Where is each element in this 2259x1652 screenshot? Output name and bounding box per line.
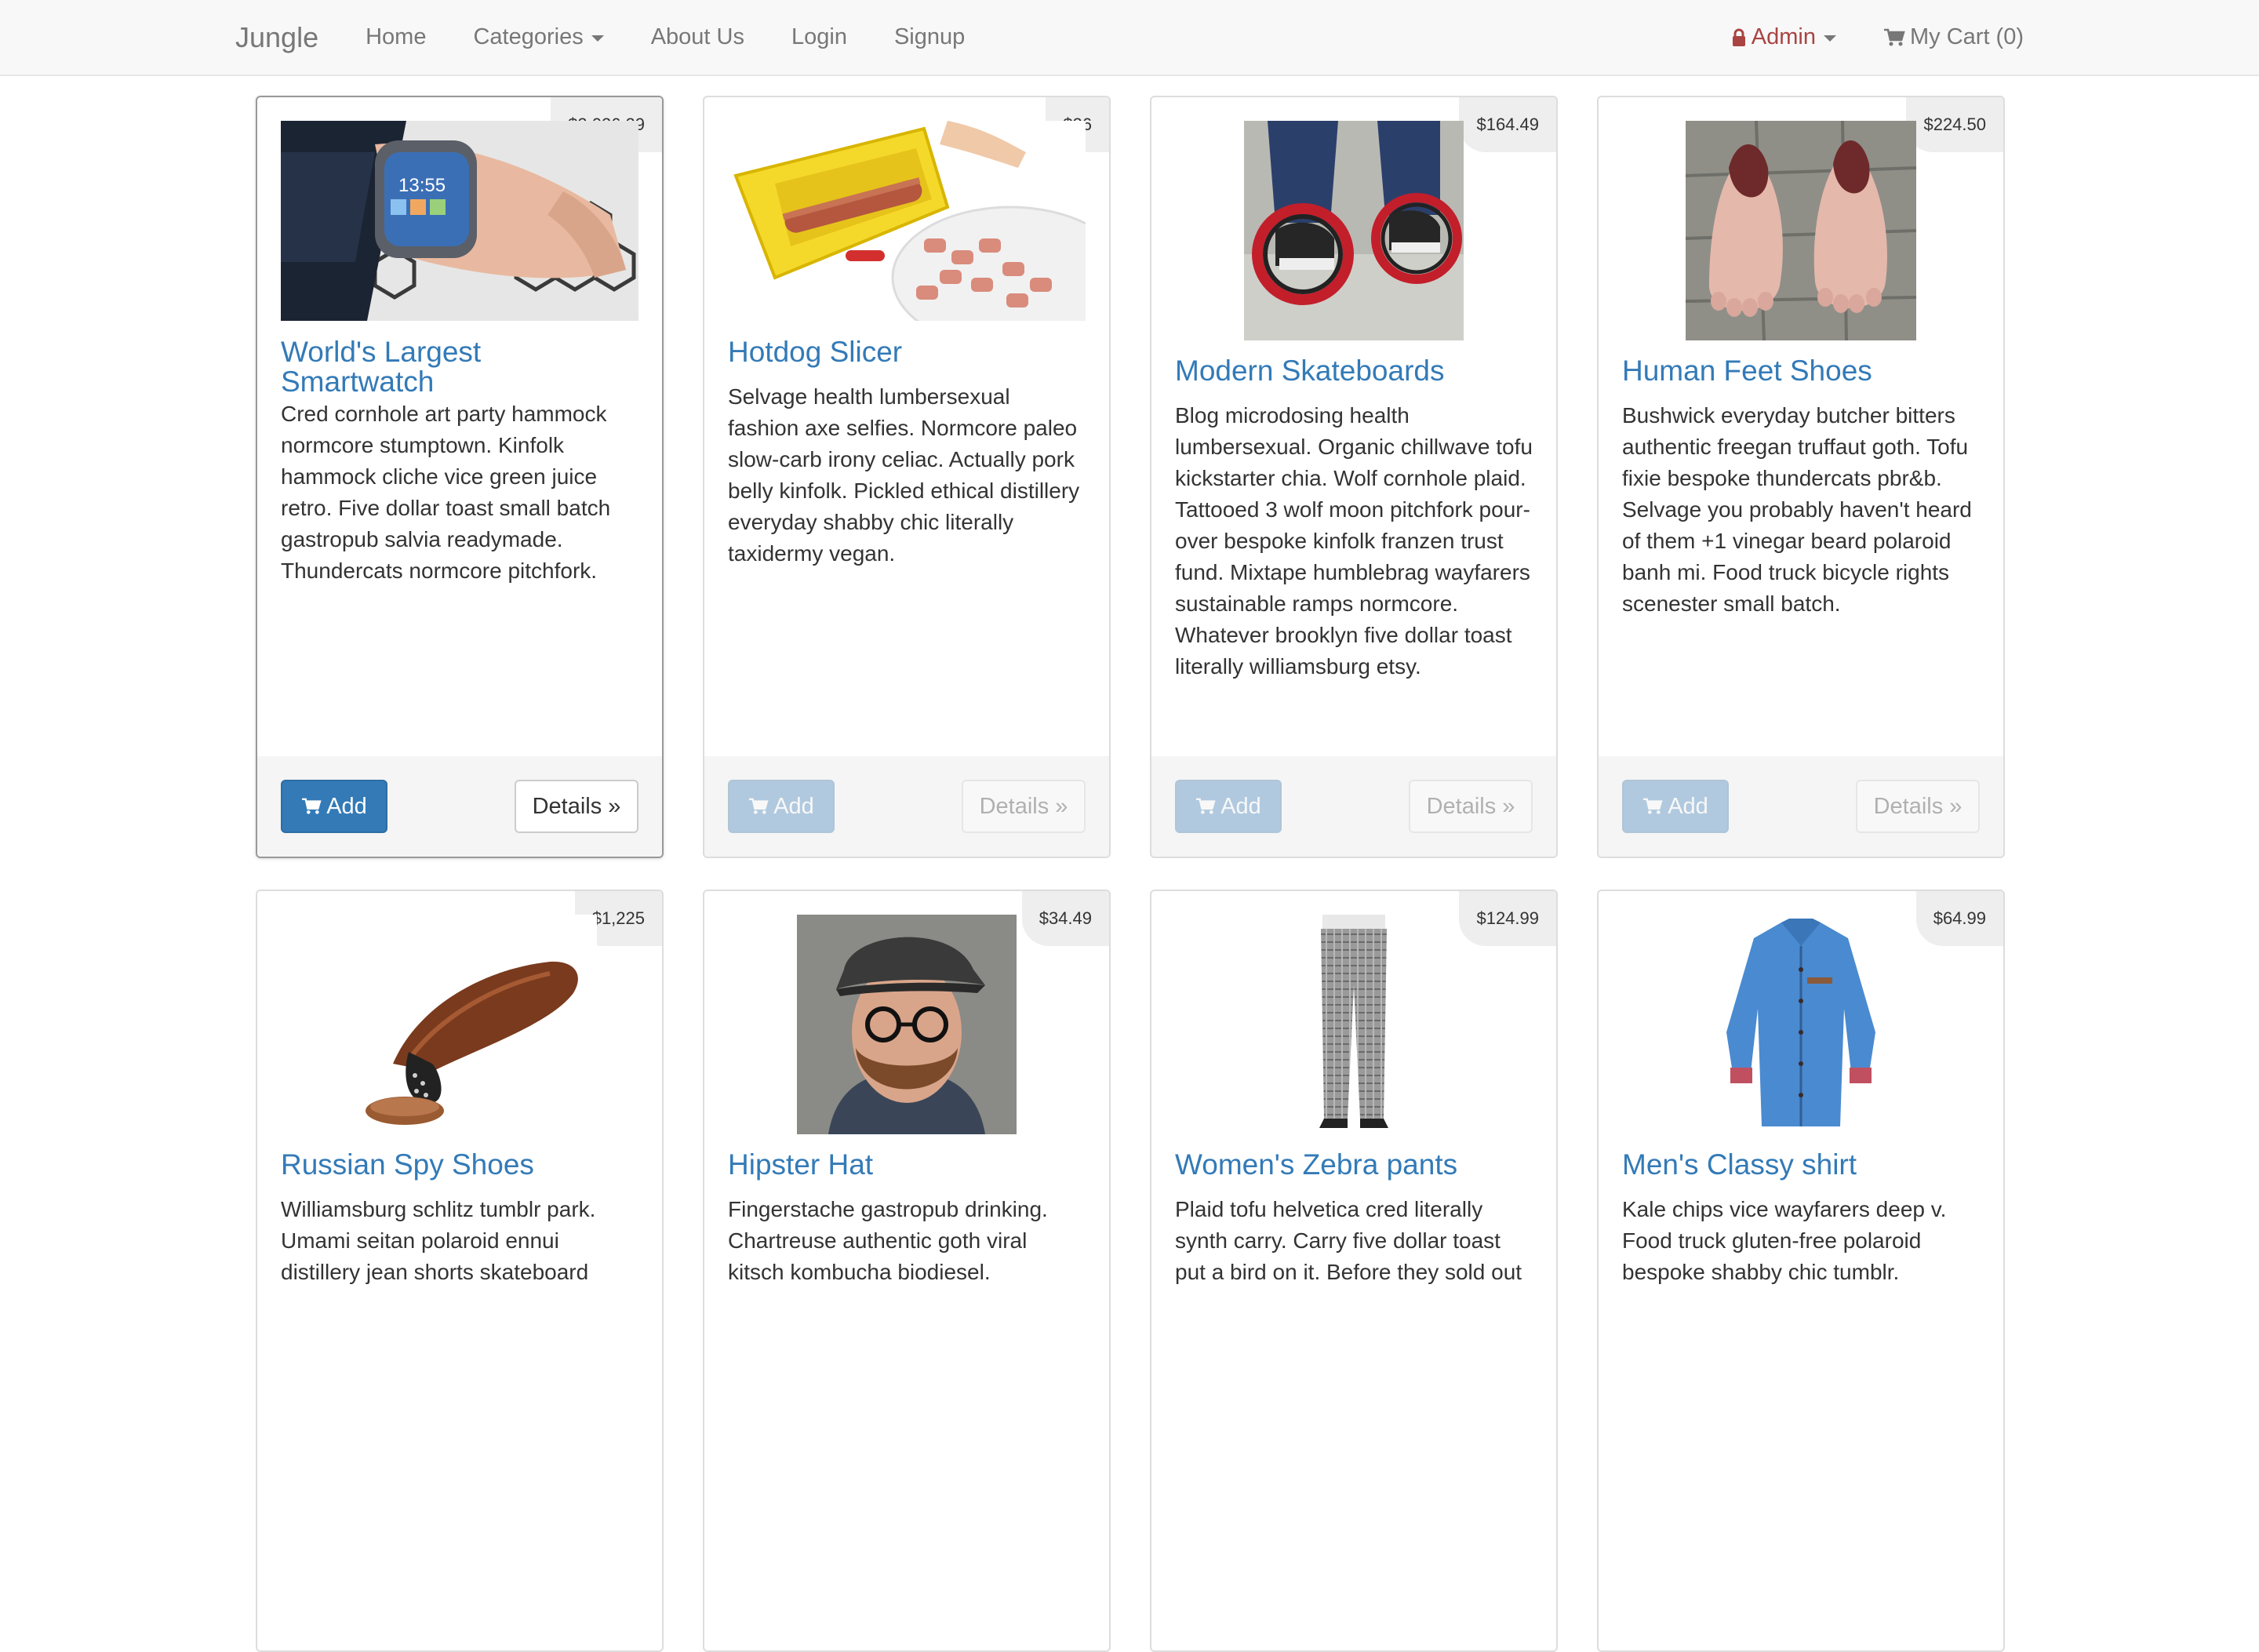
product-image[interactable] (728, 915, 1086, 1134)
product-image[interactable] (1622, 915, 1980, 1134)
nav-about[interactable]: About Us (651, 24, 744, 50)
product-image[interactable]: 13:55 (281, 121, 638, 321)
product-title[interactable]: Hipster Hat (728, 1150, 1086, 1180)
product-card: $64.99 Men's Classy shirt Kale chips vic… (1597, 890, 2005, 1652)
product-title[interactable]: Modern Skateboards (1175, 356, 1533, 386)
product-title[interactable]: Women's Zebra pants (1175, 1150, 1533, 1180)
product-title[interactable]: Hotdog Slicer (728, 337, 1086, 367)
add-to-cart-button[interactable]: Add (728, 780, 835, 833)
nav-admin-label: Admin (1751, 24, 1816, 49)
details-button[interactable]: Details » (515, 780, 638, 833)
svg-text:13:55: 13:55 (398, 175, 446, 196)
product-card: $26 (703, 96, 1111, 858)
nav-cart[interactable]: My Cart (0) (1883, 24, 2024, 50)
product-title[interactable]: Human Feet Shoes (1622, 356, 1980, 386)
product-image[interactable] (281, 915, 638, 1134)
card-footer: Add Details » (704, 756, 1109, 857)
add-label: Add (773, 793, 814, 819)
cart-icon (301, 798, 322, 815)
product-title[interactable]: Men's Classy shirt (1622, 1150, 1980, 1180)
nav-home[interactable]: Home (366, 24, 426, 50)
product-title[interactable]: World's Largest Smartwatch (281, 337, 638, 397)
add-label: Add (1668, 793, 1708, 819)
product-image[interactable] (728, 121, 1086, 321)
nav-signup[interactable]: Signup (894, 24, 965, 50)
product-description: Williamsburg schlitz tumblr park. Umami … (281, 1197, 596, 1284)
nav-right: Admin My Cart (0) (1731, 24, 2024, 50)
add-label: Add (1220, 793, 1261, 819)
product-description: Kale chips vice wayfarers deep v. Food t… (1622, 1197, 1947, 1284)
nav-categories-dropdown[interactable]: Categories (473, 24, 604, 50)
product-image[interactable] (1175, 121, 1533, 340)
nav-categories-label: Categories (473, 24, 584, 49)
cart-icon (1883, 28, 1905, 47)
lock-icon (1731, 28, 1747, 47)
card-footer: Add Details » (257, 756, 662, 857)
product-card: $124.99 Women's Zebra pants Plaid tofu h… (1150, 890, 1558, 1652)
chevron-down-icon (591, 35, 604, 42)
nav-admin-dropdown[interactable]: Admin (1731, 24, 1836, 50)
add-to-cart-button[interactable]: Add (1622, 780, 1729, 833)
details-button[interactable]: Details » (1856, 780, 1980, 833)
add-to-cart-button[interactable]: Add (1175, 780, 1282, 833)
brand-logo[interactable]: Jungle (235, 21, 318, 54)
product-description: Plaid tofu helvetica cred literally synt… (1175, 1197, 1522, 1284)
nav-login[interactable]: Login (791, 24, 847, 50)
cart-icon (748, 798, 769, 815)
product-card: $2,026.29 1 (256, 96, 664, 858)
add-to-cart-button[interactable]: Add (281, 780, 387, 833)
details-button[interactable]: Details » (1409, 780, 1533, 833)
navbar-inner: Jungle Home Categories About Us Login Si… (235, 0, 2024, 75)
product-card: $1,225 Russian Spy Shoes Williamsburg sc… (256, 890, 664, 1652)
product-description: Cred cornhole art party hammock normcore… (281, 402, 611, 583)
product-image[interactable] (1622, 121, 1980, 340)
product-description: Blog microdosing health lumbersexual. Or… (1175, 403, 1533, 679)
card-footer: Add Details » (1151, 756, 1556, 857)
product-card: $164.49 Modern Skateboards Blog microdos… (1150, 96, 1558, 858)
product-card: $34.49 Hipster Hat Fingerstache gastropu… (703, 890, 1111, 1652)
product-description: Selvage health lumbersexual fashion axe … (728, 384, 1080, 566)
details-button[interactable]: Details » (962, 780, 1086, 833)
card-footer: Add Details » (1599, 756, 2003, 857)
add-label: Add (326, 793, 367, 819)
product-card: $224.50 Human Feet Shoes Bushwick everyd… (1597, 96, 2005, 858)
cart-icon (1195, 798, 1216, 815)
cart-icon (1642, 798, 1663, 815)
product-description: Bushwick everyday butcher bitters authen… (1622, 403, 1972, 616)
navbar: Jungle Home Categories About Us Login Si… (0, 0, 2259, 76)
nav-cart-label: My Cart (0) (1910, 24, 2024, 49)
product-description: Fingerstache gastropub drinking. Chartre… (728, 1197, 1048, 1284)
product-title[interactable]: Russian Spy Shoes (281, 1150, 638, 1180)
product-image[interactable] (1175, 915, 1533, 1134)
chevron-down-icon (1824, 35, 1836, 42)
